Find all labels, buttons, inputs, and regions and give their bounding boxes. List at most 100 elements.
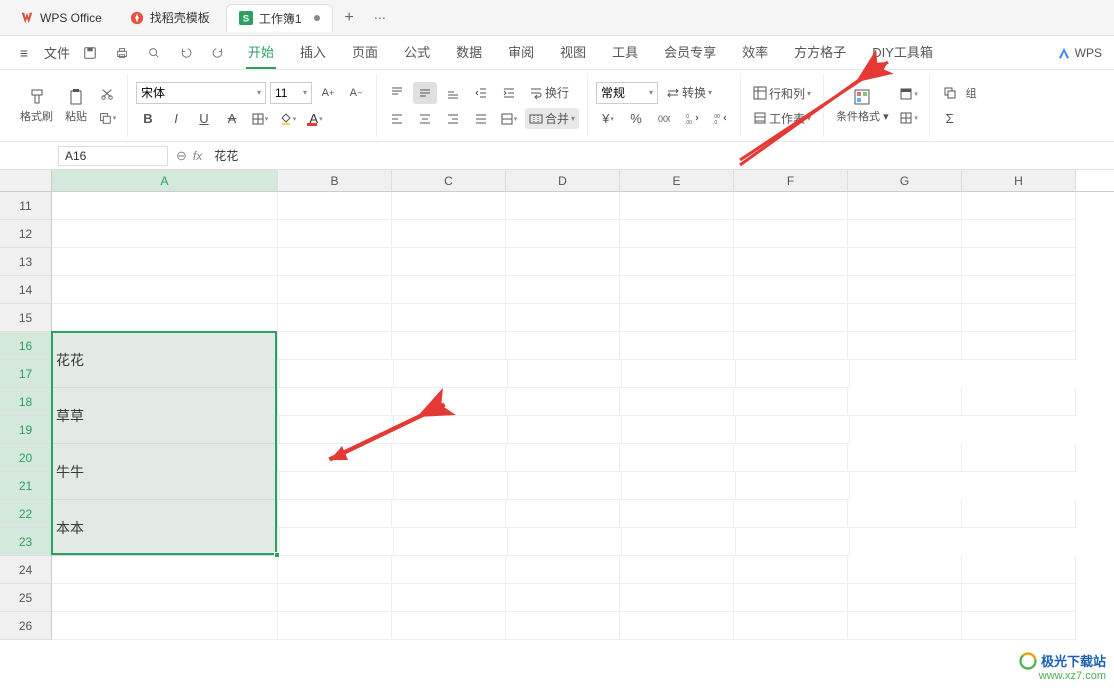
number-format-select[interactable]: 常规▾ bbox=[596, 82, 658, 104]
strikethrough-button[interactable]: A bbox=[220, 108, 244, 130]
align-middle-button[interactable] bbox=[413, 82, 437, 104]
cell-C11[interactable] bbox=[392, 192, 506, 220]
cell-F23[interactable] bbox=[508, 528, 622, 556]
row-header-13[interactable]: 13 bbox=[0, 248, 52, 276]
group-button[interactable] bbox=[938, 82, 962, 104]
row-header-22[interactable]: 22 bbox=[0, 500, 52, 528]
align-bottom-button[interactable] bbox=[441, 82, 465, 104]
rows-cols-button[interactable]: 行和列▾ bbox=[749, 83, 815, 104]
cell-E23[interactable] bbox=[394, 528, 508, 556]
copy-button[interactable] bbox=[95, 107, 119, 129]
align-center-button[interactable] bbox=[413, 108, 437, 130]
cell-H23[interactable] bbox=[736, 528, 850, 556]
cell-E14[interactable] bbox=[620, 276, 734, 304]
name-box[interactable]: A16 bbox=[58, 146, 168, 166]
cell-G22[interactable] bbox=[848, 500, 962, 528]
cell-A20[interactable]: 牛牛 bbox=[52, 444, 278, 500]
column-header-C[interactable]: C bbox=[392, 170, 506, 191]
ribbon-tab-view[interactable]: 视图 bbox=[558, 36, 588, 69]
row-header-24[interactable]: 24 bbox=[0, 556, 52, 584]
cell-B16[interactable] bbox=[278, 332, 392, 360]
column-header-A[interactable]: A bbox=[52, 170, 278, 191]
merge-cells-button[interactable]: 合并▾ bbox=[525, 108, 579, 129]
formula-input[interactable]: 花花 bbox=[210, 147, 1106, 164]
table-style-button[interactable] bbox=[897, 83, 921, 105]
cell-C15[interactable] bbox=[392, 304, 506, 332]
cell-H24[interactable] bbox=[962, 556, 1076, 584]
cell-E22[interactable] bbox=[620, 500, 734, 528]
cell-C16[interactable] bbox=[392, 332, 506, 360]
cell-C20[interactable] bbox=[392, 444, 506, 472]
ribbon-tab-fanggrid[interactable]: 方方格子 bbox=[792, 36, 848, 69]
ribbon-tab-diy[interactable]: DIY工具箱 bbox=[870, 36, 935, 69]
cell-E21[interactable] bbox=[394, 472, 508, 500]
cell-H21[interactable] bbox=[736, 472, 850, 500]
cell-style-button[interactable] bbox=[897, 107, 921, 129]
column-header-D[interactable]: D bbox=[506, 170, 620, 191]
cell-F25[interactable] bbox=[734, 584, 848, 612]
underline-button[interactable]: U bbox=[192, 108, 216, 130]
cell-B26[interactable] bbox=[278, 612, 392, 640]
cell-H18[interactable] bbox=[962, 388, 1076, 416]
cell-A26[interactable] bbox=[52, 612, 278, 640]
row-header-21[interactable]: 21 bbox=[0, 472, 52, 500]
column-header-E[interactable]: E bbox=[620, 170, 734, 191]
decrease-indent-button[interactable] bbox=[469, 82, 493, 104]
cell-G17[interactable] bbox=[622, 360, 736, 388]
column-header-H[interactable]: H bbox=[962, 170, 1076, 191]
tab-wps-office[interactable]: WPS Office bbox=[8, 4, 114, 32]
cell-H22[interactable] bbox=[962, 500, 1076, 528]
wrap-text-button[interactable]: 换行 bbox=[525, 82, 573, 103]
cell-D26[interactable] bbox=[506, 612, 620, 640]
fill-color-button[interactable] bbox=[276, 108, 300, 130]
border-button[interactable] bbox=[248, 108, 272, 130]
cell-D22[interactable] bbox=[506, 500, 620, 528]
cell-G24[interactable] bbox=[848, 556, 962, 584]
cell-C25[interactable] bbox=[392, 584, 506, 612]
cell-D19[interactable] bbox=[280, 416, 394, 444]
cell-A25[interactable] bbox=[52, 584, 278, 612]
cell-E16[interactable] bbox=[620, 332, 734, 360]
cell-E13[interactable] bbox=[620, 248, 734, 276]
cell-G21[interactable] bbox=[622, 472, 736, 500]
align-right-button[interactable] bbox=[441, 108, 465, 130]
cell-G26[interactable] bbox=[848, 612, 962, 640]
cell-F17[interactable] bbox=[508, 360, 622, 388]
column-header-F[interactable]: F bbox=[734, 170, 848, 191]
cell-E11[interactable] bbox=[620, 192, 734, 220]
cell-F14[interactable] bbox=[734, 276, 848, 304]
cell-H20[interactable] bbox=[962, 444, 1076, 472]
cell-B15[interactable] bbox=[278, 304, 392, 332]
row-header-16[interactable]: 16 bbox=[0, 332, 52, 360]
cell-F22[interactable] bbox=[734, 500, 848, 528]
add-tab-button[interactable]: + bbox=[337, 9, 362, 27]
paste-button[interactable]: 粘贴 bbox=[61, 86, 91, 126]
cell-H26[interactable] bbox=[962, 612, 1076, 640]
cell-E18[interactable] bbox=[620, 388, 734, 416]
cut-button[interactable] bbox=[95, 83, 119, 105]
cancel-formula-icon[interactable]: ⊖ bbox=[176, 148, 187, 164]
cell-H25[interactable] bbox=[962, 584, 1076, 612]
cell-H14[interactable] bbox=[962, 276, 1076, 304]
increase-decimal-button[interactable]: .0.00 bbox=[680, 108, 704, 130]
row-header-12[interactable]: 12 bbox=[0, 220, 52, 248]
cell-G18[interactable] bbox=[848, 388, 962, 416]
cell-F12[interactable] bbox=[734, 220, 848, 248]
cell-F16[interactable] bbox=[734, 332, 848, 360]
ribbon-tab-tools[interactable]: 工具 bbox=[610, 36, 640, 69]
align-justify-button[interactable] bbox=[469, 108, 493, 130]
row-header-14[interactable]: 14 bbox=[0, 276, 52, 304]
cell-F11[interactable] bbox=[734, 192, 848, 220]
column-header-G[interactable]: G bbox=[848, 170, 962, 191]
cell-F18[interactable] bbox=[734, 388, 848, 416]
cell-E26[interactable] bbox=[620, 612, 734, 640]
cell-F20[interactable] bbox=[734, 444, 848, 472]
cell-D23[interactable] bbox=[280, 528, 394, 556]
cell-H19[interactable] bbox=[736, 416, 850, 444]
sum-button[interactable]: Σ bbox=[938, 108, 962, 130]
print-icon[interactable] bbox=[110, 41, 134, 65]
cell-D17[interactable] bbox=[280, 360, 394, 388]
cell-H12[interactable] bbox=[962, 220, 1076, 248]
ribbon-tab-formula[interactable]: 公式 bbox=[402, 36, 432, 69]
cell-A13[interactable] bbox=[52, 248, 278, 276]
